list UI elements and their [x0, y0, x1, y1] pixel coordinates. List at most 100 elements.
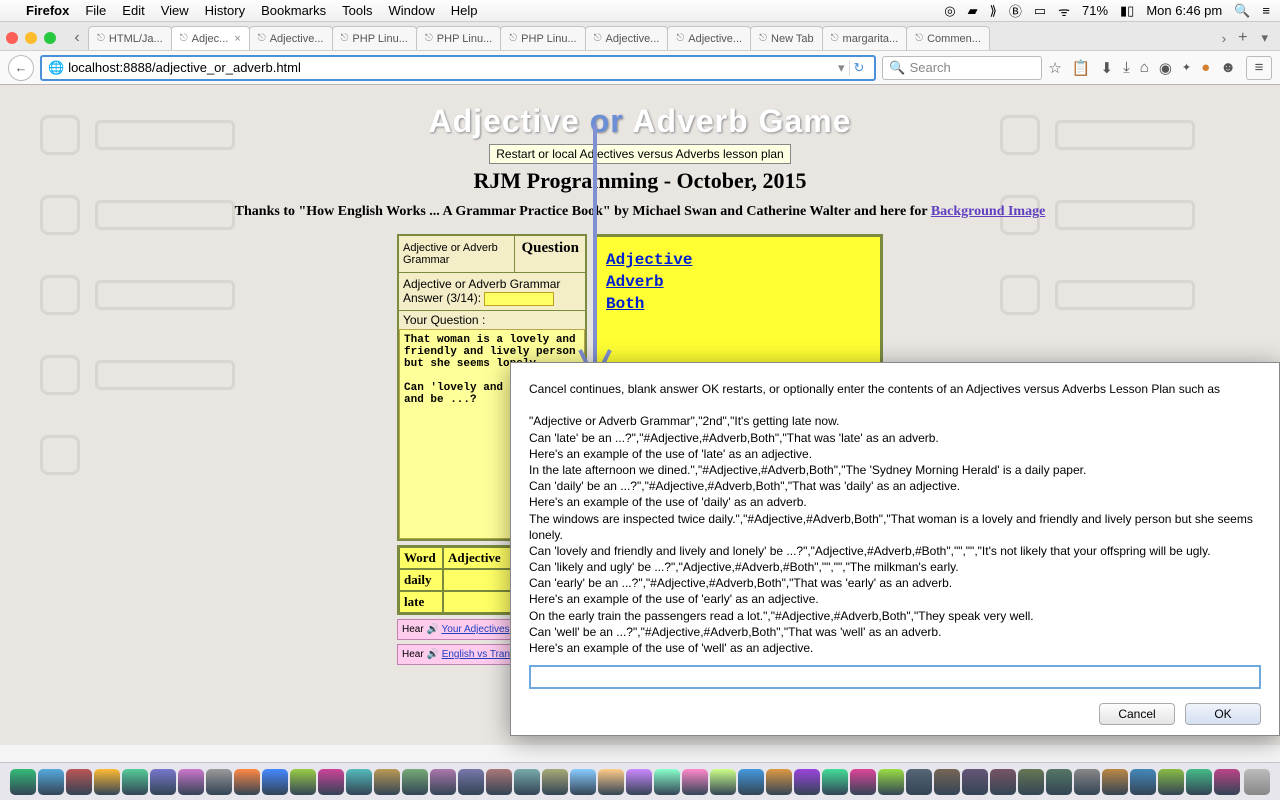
page-title[interactable]: Adjective or Adverb Game	[0, 103, 1280, 140]
browser-tab[interactable]: ⎋Adjective...	[667, 26, 751, 50]
dock-app-icon[interactable]	[430, 769, 456, 795]
status-icon[interactable]: ▰	[968, 3, 978, 19]
dock-app-icon[interactable]	[234, 769, 260, 795]
dock-app-icon[interactable]	[150, 769, 176, 795]
browser-tab[interactable]: ⎋PHP Linu...	[500, 26, 585, 50]
dock-app-icon[interactable]	[794, 769, 820, 795]
dock-app-icon[interactable]	[318, 769, 344, 795]
dock-app-icon[interactable]	[906, 769, 932, 795]
dock-app-icon[interactable]	[542, 769, 568, 795]
dock-app-icon[interactable]	[402, 769, 428, 795]
background-image-link[interactable]: Background Image	[931, 204, 1045, 219]
dock-app-icon[interactable]	[1158, 769, 1184, 795]
dock-app-icon[interactable]	[878, 769, 904, 795]
ok-button[interactable]: OK	[1185, 703, 1261, 725]
browser-tab[interactable]: ⎋margarita...	[822, 26, 908, 50]
window-minimize[interactable]	[25, 32, 37, 44]
dock-app-icon[interactable]	[1074, 769, 1100, 795]
dialog-input[interactable]	[529, 665, 1261, 689]
addon-icon[interactable]: ●	[1201, 59, 1210, 76]
display-icon[interactable]: ▭	[1034, 3, 1046, 19]
hear-link[interactable]: English vs Trans	[442, 649, 515, 660]
star-icon[interactable]: ☆	[1048, 59, 1061, 77]
dock-app-icon[interactable]	[654, 769, 680, 795]
menu-edit[interactable]: Edit	[122, 3, 144, 18]
dock-app-icon[interactable]	[514, 769, 540, 795]
browser-tab[interactable]: ⎋Adjec...×	[171, 26, 250, 50]
dock-app-icon[interactable]	[374, 769, 400, 795]
browser-tab[interactable]: ⎋Commen...	[906, 26, 990, 50]
dock-app-icon[interactable]	[962, 769, 988, 795]
dock-app-icon[interactable]	[486, 769, 512, 795]
addon-icon[interactable]: ☻	[1220, 59, 1236, 76]
dock-app-icon[interactable]	[1186, 769, 1212, 795]
new-tab-button[interactable]: +	[1230, 29, 1255, 47]
menu-icon[interactable]: ≡	[1262, 3, 1270, 18]
dock-app-icon[interactable]	[850, 769, 876, 795]
clock[interactable]: Mon 6:46 pm	[1146, 3, 1222, 18]
menu-bookmarks[interactable]: Bookmarks	[261, 3, 326, 18]
choice-adverb[interactable]: Adverb	[606, 273, 870, 291]
dock-app-icon[interactable]	[1102, 769, 1128, 795]
dock-app-icon[interactable]	[822, 769, 848, 795]
menu-window[interactable]: Window	[389, 3, 435, 18]
spotlight-icon[interactable]: 🔍	[1234, 3, 1250, 19]
dock-app-icon[interactable]	[66, 769, 92, 795]
back-button[interactable]: ←	[8, 55, 34, 81]
dock-trash-icon[interactable]	[1244, 769, 1270, 795]
dock-app-icon[interactable]	[122, 769, 148, 795]
tab-overflow-icon[interactable]: ›	[1218, 31, 1230, 46]
dock-app-icon[interactable]	[1018, 769, 1044, 795]
menu-file[interactable]: File	[85, 3, 106, 18]
dock-app-icon[interactable]	[710, 769, 736, 795]
cancel-button[interactable]: Cancel	[1099, 703, 1175, 725]
dock-app-icon[interactable]	[38, 769, 64, 795]
url-bar[interactable]: 🌐 ▾ ↻	[40, 55, 876, 81]
dock-app-icon[interactable]	[682, 769, 708, 795]
pocket-icon[interactable]: ⬇	[1101, 59, 1114, 77]
addon-icon[interactable]: ✦	[1182, 61, 1191, 74]
menu-tools[interactable]: Tools	[342, 3, 372, 18]
dock-app-icon[interactable]	[1214, 769, 1240, 795]
dock-app-icon[interactable]	[570, 769, 596, 795]
app-name[interactable]: Firefox	[26, 3, 69, 18]
tabs-menu-icon[interactable]: ▾	[1255, 30, 1274, 46]
sidebar-toggle-icon[interactable]: ‹	[66, 29, 88, 47]
wifi-icon[interactable]: ᯤ	[1058, 2, 1070, 20]
dock-app-icon[interactable]	[598, 769, 624, 795]
dock-app-icon[interactable]	[458, 769, 484, 795]
browser-tab[interactable]: ⎋New Tab	[750, 26, 823, 50]
addon-icon[interactable]: ◉	[1159, 59, 1172, 77]
dock-app-icon[interactable]	[766, 769, 792, 795]
dock-app-icon[interactable]	[206, 769, 232, 795]
menu-history[interactable]: History	[205, 3, 245, 18]
browser-tab[interactable]: ⎋Adjective...	[585, 26, 669, 50]
dock-app-icon[interactable]	[262, 769, 288, 795]
window-zoom[interactable]	[44, 32, 56, 44]
dock-app-icon[interactable]	[178, 769, 204, 795]
dropdown-icon[interactable]: ▾	[838, 60, 845, 76]
reload-icon[interactable]: ↻	[849, 60, 869, 76]
browser-tab[interactable]: ⎋PHP Linu...	[416, 26, 501, 50]
dock-app-icon[interactable]	[346, 769, 372, 795]
browser-tab[interactable]: ⎋PHP Linu...	[332, 26, 417, 50]
hear-link[interactable]: Your Adjectives	[442, 624, 510, 635]
search-bar[interactable]: 🔍 Search	[882, 56, 1042, 80]
menu-help[interactable]: Help	[451, 3, 478, 18]
choice-adjective[interactable]: Adjective	[606, 251, 870, 269]
clipboard-icon[interactable]: 📋	[1072, 59, 1091, 77]
dock-app-icon[interactable]	[738, 769, 764, 795]
status-icon[interactable]: ◎	[944, 3, 955, 19]
hamburger-menu[interactable]: ≡	[1246, 56, 1272, 80]
dock-app-icon[interactable]	[1046, 769, 1072, 795]
dock-app-icon[interactable]	[626, 769, 652, 795]
answer-input[interactable]	[484, 292, 554, 306]
window-close[interactable]	[6, 32, 18, 44]
download-icon[interactable]: ⤓	[1123, 59, 1130, 76]
dock-app-icon[interactable]	[990, 769, 1016, 795]
dock-app-icon[interactable]	[934, 769, 960, 795]
close-icon[interactable]: ×	[234, 33, 240, 45]
browser-tab[interactable]: ⎋Adjective...	[249, 26, 333, 50]
choice-both[interactable]: Both	[606, 295, 870, 313]
status-icon[interactable]: Ⓑ	[1009, 1, 1022, 20]
